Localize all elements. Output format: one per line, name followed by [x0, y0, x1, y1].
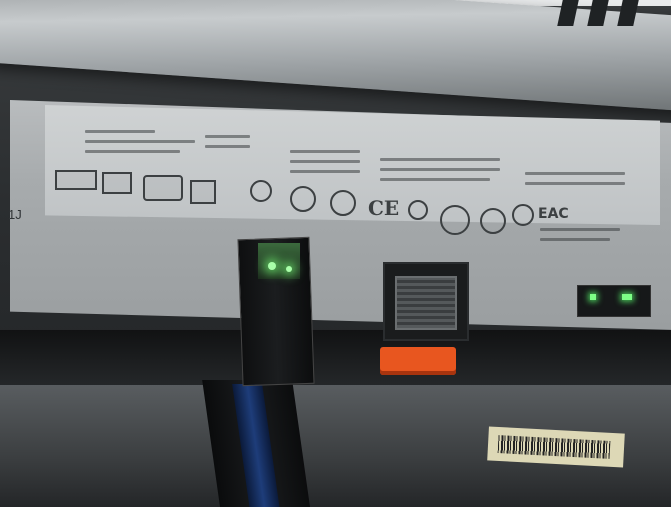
certification-mark-icon	[440, 205, 470, 235]
certification-mark-icon	[330, 190, 356, 216]
chassis-bay-rail	[0, 330, 671, 390]
rj45-port-window	[258, 243, 300, 279]
label-text-line	[525, 182, 625, 185]
release-tab-right[interactable]	[380, 347, 456, 375]
label-text-line	[290, 150, 360, 153]
certification-mark-icon	[512, 204, 534, 226]
label-text-line	[540, 228, 620, 231]
eac-mark-icon: EAC	[538, 206, 569, 222]
certification-mark-icon	[250, 180, 272, 202]
certification-mark-icon	[480, 208, 506, 234]
certification-mark-icon	[190, 180, 216, 204]
status-led-icon	[590, 294, 596, 300]
certification-mark-icon	[55, 170, 97, 190]
sfp-cage-icon	[395, 276, 457, 330]
link-led-icon	[268, 262, 276, 270]
label-text-line	[380, 168, 500, 171]
ul-mark-icon	[290, 186, 316, 212]
status-port	[577, 285, 651, 317]
activity-led-icon	[286, 266, 292, 272]
label-text-line	[525, 172, 625, 175]
slot-label: 1J	[8, 207, 22, 222]
label-text-line	[380, 178, 490, 181]
label-text-line	[290, 170, 360, 173]
certification-mark-icon	[143, 175, 183, 201]
label-text-line	[85, 150, 180, 153]
label-text-line	[205, 135, 250, 138]
certification-mark-icon	[408, 200, 428, 220]
certification-mark-icon	[102, 172, 132, 194]
photo-scene: CE EAC 1J	[0, 0, 671, 507]
ce-mark-icon: CE	[368, 196, 400, 220]
label-text-line	[540, 238, 610, 241]
label-text-line	[290, 160, 360, 163]
label-text-line	[380, 158, 500, 161]
label-text-line	[85, 130, 155, 133]
status-led-icon	[622, 294, 632, 300]
label-text-line	[85, 140, 195, 143]
label-text-line	[205, 145, 250, 148]
